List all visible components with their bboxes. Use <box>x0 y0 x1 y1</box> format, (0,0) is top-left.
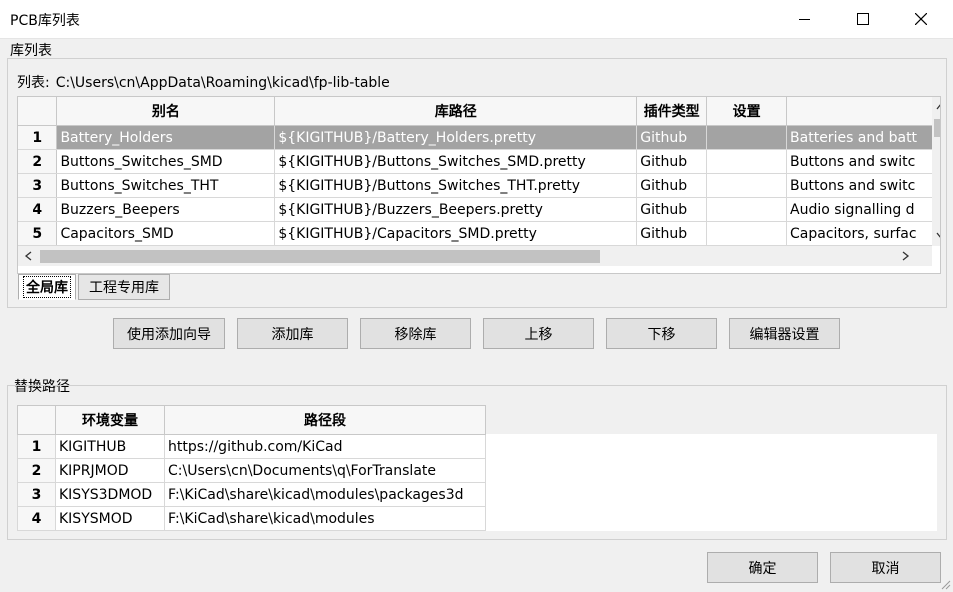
row-number[interactable]: 1 <box>17 434 56 459</box>
libs-group-label: 库列表 <box>10 43 52 59</box>
cell-options[interactable] <box>706 197 788 222</box>
minimize-icon <box>799 19 810 20</box>
cell-alias[interactable]: Capacitors_SMD <box>56 221 276 246</box>
tab-project-label: 工程专用库 <box>89 280 159 296</box>
corner-cell <box>17 405 56 435</box>
window-title: PCB库列表 <box>10 13 80 29</box>
cell-env-var[interactable]: KIGITHUB <box>55 434 165 459</box>
row-number[interactable]: 2 <box>18 149 58 174</box>
cell-path[interactable]: ${KIGITHUB}/Buttons_Switches_THT.pretty <box>274 173 638 198</box>
cell-plugin[interactable]: Github <box>636 221 708 246</box>
col-header-env-var[interactable]: 环境变量 <box>55 405 165 435</box>
col-header-options[interactable]: 设置 <box>706 97 788 126</box>
row-number[interactable]: 4 <box>18 197 58 222</box>
title-bar: PCB库列表 <box>0 0 953 39</box>
move-up-button[interactable]: 上移 <box>483 318 594 349</box>
close-button[interactable] <box>892 0 950 38</box>
cell-env-var[interactable]: KISYSMOD <box>55 506 165 531</box>
chevron-right-icon[interactable] <box>902 251 910 261</box>
horizontal-scroll-thumb[interactable] <box>40 250 600 263</box>
vertical-scroll-thumb[interactable] <box>934 119 940 137</box>
tab-global-libraries[interactable]: 全局库 <box>18 274 76 300</box>
row-number[interactable]: 4 <box>17 506 56 531</box>
cell-options[interactable] <box>706 125 788 150</box>
cell-env-var[interactable]: KISYS3DMOD <box>55 482 165 507</box>
chevron-up-icon[interactable] <box>936 102 941 110</box>
cell-options[interactable] <box>706 149 788 174</box>
remove-library-button[interactable]: 移除库 <box>360 318 471 349</box>
table-row[interactable]: 2 KIPRJMOD C:\Users\cn\Documents\q\ForTr… <box>17 458 486 483</box>
row-number[interactable]: 3 <box>17 482 56 507</box>
cell-options[interactable] <box>706 221 788 246</box>
ok-button[interactable]: 确定 <box>707 552 818 583</box>
cell-alias[interactable]: Buzzers_Beepers <box>56 197 276 222</box>
cell-alias[interactable]: Buttons_Switches_SMD <box>56 149 276 174</box>
cell-path[interactable]: ${KIGITHUB}/Buzzers_Beepers.pretty <box>274 197 638 222</box>
col-header-alias[interactable]: 别名 <box>56 97 276 126</box>
row-number[interactable]: 3 <box>18 173 58 198</box>
add-library-button[interactable]: 添加库 <box>237 318 348 349</box>
cell-description[interactable]: Capacitors, surfac <box>786 221 940 246</box>
corner-cell <box>18 97 58 126</box>
col-header-plugin[interactable]: 插件类型 <box>636 97 708 126</box>
table-row[interactable]: 3 KISYS3DMOD F:\KiCad\share\kicad\module… <box>17 482 486 507</box>
table-row[interactable]: 3 Buttons_Switches_THT ${KIGITHUB}/Butto… <box>18 173 940 198</box>
library-grid[interactable]: 别名 库路径 插件类型 设置 1 Battery_Holders ${KIGIT… <box>17 96 941 274</box>
row-number[interactable]: 1 <box>18 125 58 150</box>
cell-plugin[interactable]: Github <box>636 125 708 150</box>
cell-description[interactable]: Buttons and switc <box>786 173 940 198</box>
table-row[interactable]: 1 Battery_Holders ${KIGITHUB}/Battery_Ho… <box>18 125 940 150</box>
table-row[interactable]: 2 Buttons_Switches_SMD ${KIGITHUB}/Butto… <box>18 149 940 174</box>
cell-alias[interactable]: Battery_Holders <box>56 125 276 150</box>
cell-path[interactable]: ${KIGITHUB}/Capacitors_SMD.pretty <box>274 221 638 246</box>
add-with-wizard-button[interactable]: 使用添加向导 <box>113 318 225 349</box>
row-number[interactable]: 5 <box>18 221 58 246</box>
chevron-left-icon[interactable] <box>24 251 32 261</box>
col-header-path[interactable]: 库路径 <box>274 97 638 126</box>
cell-env-var[interactable]: KIPRJMOD <box>55 458 165 483</box>
cell-plugin[interactable]: Github <box>636 197 708 222</box>
cell-path-segment[interactable]: F:\KiCad\share\kicad\modules\packages3d <box>164 482 486 507</box>
col-header-description[interactable] <box>786 97 940 126</box>
resize-grip-icon[interactable] <box>939 578 951 590</box>
table-row[interactable]: 1 KIGITHUB https://github.com/KiCad <box>17 434 486 459</box>
tab-project-libraries[interactable]: 工程专用库 <box>78 274 170 300</box>
cell-path[interactable]: ${KIGITHUB}/Battery_Holders.pretty <box>274 125 638 150</box>
library-table: 别名 库路径 插件类型 设置 1 Battery_Holders ${KIGIT… <box>18 97 940 246</box>
table-path-line: 列表: C:\Users\cn\AppData\Roaming\kicad\fp-… <box>17 72 396 92</box>
col-header-path-segment[interactable]: 路径段 <box>164 405 486 435</box>
cell-plugin[interactable]: Github <box>636 149 708 174</box>
row-number[interactable]: 2 <box>17 458 56 483</box>
table-path-value: C:\Users\cn\AppData\Roaming\kicad\fp-lib… <box>55 75 390 91</box>
cancel-button[interactable]: 取消 <box>830 552 941 583</box>
minimize-button[interactable] <box>776 0 834 38</box>
cell-path[interactable]: ${KIGITHUB}/Buttons_Switches_SMD.pretty <box>274 149 638 174</box>
cell-description[interactable]: Audio signalling d <box>786 197 940 222</box>
library-table-header: 别名 库路径 插件类型 设置 <box>18 97 940 126</box>
table-path-label: 列表: <box>17 75 50 91</box>
vertical-scrollbar[interactable] <box>932 97 941 246</box>
subst-table-header: 环境变量 路径段 <box>17 405 486 435</box>
tab-global-label: 全局库 <box>23 276 71 298</box>
maximize-button[interactable] <box>834 0 892 38</box>
cell-description[interactable]: Buttons and switc <box>786 149 940 174</box>
cell-description[interactable]: Batteries and batt <box>786 125 940 150</box>
cell-options[interactable] <box>706 173 788 198</box>
table-row[interactable]: 4 KISYSMOD F:\KiCad\share\kicad\modules <box>17 506 486 531</box>
table-row[interactable]: 5 Capacitors_SMD ${KIGITHUB}/Capacitors_… <box>18 221 940 246</box>
move-down-button[interactable]: 下移 <box>606 318 717 349</box>
table-row[interactable]: 4 Buzzers_Beepers ${KIGITHUB}/Buzzers_Be… <box>18 197 940 222</box>
chevron-down-icon[interactable] <box>936 232 941 240</box>
path-substitution-grid[interactable]: 环境变量 路径段 1 KIGITHUB https://github.com/K… <box>17 405 937 531</box>
cell-path-segment[interactable]: https://github.com/KiCad <box>164 434 486 459</box>
horizontal-scrollbar[interactable] <box>18 246 932 266</box>
maximize-icon <box>857 13 869 25</box>
cell-path-segment[interactable]: C:\Users\cn\Documents\q\ForTranslate <box>164 458 486 483</box>
cell-alias[interactable]: Buttons_Switches_THT <box>56 173 276 198</box>
cell-path-segment[interactable]: F:\KiCad\share\kicad\modules <box>164 506 486 531</box>
path-substitution-table: 环境变量 路径段 1 KIGITHUB https://github.com/K… <box>17 405 486 531</box>
editor-settings-button[interactable]: 编辑器设置 <box>729 318 840 349</box>
cell-plugin[interactable]: Github <box>636 173 708 198</box>
close-icon <box>915 13 927 25</box>
